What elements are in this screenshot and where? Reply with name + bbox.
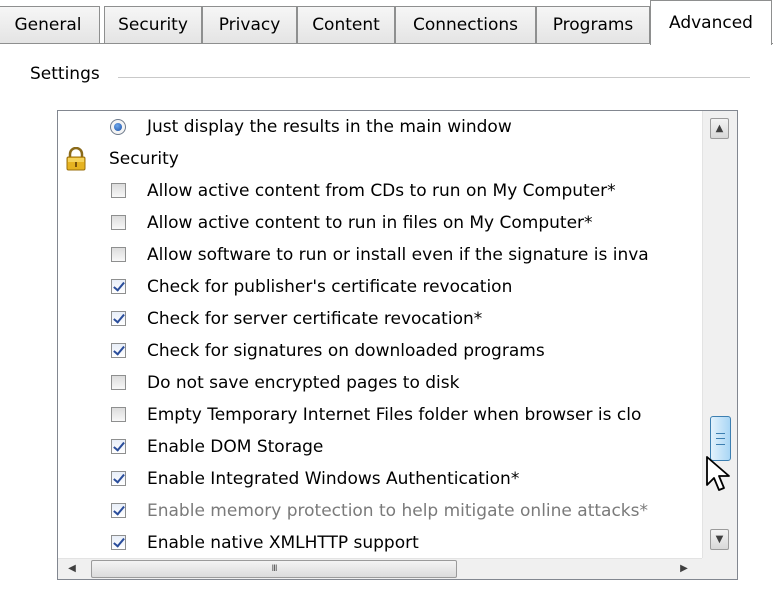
checkbox[interactable] — [111, 215, 126, 230]
tab-strip: General Security Privacy Content Connect… — [0, 0, 773, 45]
chevron-right-icon[interactable]: ▶ — [674, 559, 694, 579]
mouse-cursor-icon — [706, 456, 730, 491]
lock-icon — [66, 147, 86, 171]
settings-row-display-results[interactable]: Just display the results in the main win… — [58, 111, 698, 143]
radio-button[interactable] — [110, 119, 126, 135]
row-label: Check for server certificate revocation* — [147, 309, 483, 329]
category-label: Security — [109, 149, 179, 169]
settings-row-publisher-cert-revocation[interactable]: Check for publisher's certificate revoca… — [58, 271, 698, 303]
row-label: Allow active content from CDs to run on … — [147, 181, 616, 201]
settings-row-allow-software-invalid-signature[interactable]: Allow software to run or install even if… — [58, 239, 698, 271]
settings-row-native-xmlhttp[interactable]: Enable native XMLHTTP support — [58, 527, 698, 558]
row-label: Just display the results in the main win… — [147, 117, 512, 137]
chevron-down-icon[interactable]: ▼ — [710, 529, 729, 550]
row-label: Enable memory protection to help mitigat… — [147, 501, 648, 521]
settings-row-active-content-files[interactable]: Allow active content to run in files on … — [58, 207, 698, 239]
settings-group-rule — [118, 77, 750, 78]
checkbox[interactable] — [111, 503, 126, 518]
checkbox[interactable] — [111, 407, 126, 422]
tab-privacy[interactable]: Privacy — [202, 6, 297, 43]
horizontal-scrollbar[interactable]: ◀ III ▶ — [58, 558, 702, 579]
row-label: Check for publisher's certificate revoca… — [147, 277, 513, 297]
row-label: Do not save encrypted pages to disk — [147, 373, 460, 393]
settings-row-no-save-encrypted[interactable]: Do not save encrypted pages to disk — [58, 367, 698, 399]
checkbox[interactable] — [111, 375, 126, 390]
chevron-left-icon[interactable]: ◀ — [62, 559, 82, 579]
row-label: Allow active content to run in files on … — [147, 213, 593, 233]
row-label: Allow software to run or install even if… — [147, 245, 649, 265]
tab-programs[interactable]: Programs — [536, 6, 650, 43]
checkbox[interactable] — [111, 279, 126, 294]
settings-category-security: Security — [58, 143, 698, 175]
tab-advanced[interactable]: Advanced — [650, 0, 772, 45]
settings-listbox[interactable]: Just display the results in the main win… — [57, 110, 738, 580]
checkbox[interactable] — [111, 471, 126, 486]
settings-row-integrated-windows-auth[interactable]: Enable Integrated Windows Authentication… — [58, 463, 698, 495]
checkbox[interactable] — [111, 183, 126, 198]
scrollbar-corner — [702, 558, 737, 579]
checkbox[interactable] — [111, 311, 126, 326]
settings-row-signatures-downloaded[interactable]: Check for signatures on downloaded progr… — [58, 335, 698, 367]
settings-row-empty-temp-files[interactable]: Empty Temporary Internet Files folder wh… — [58, 399, 698, 431]
row-label: Check for signatures on downloaded progr… — [147, 341, 545, 361]
settings-row-server-cert-revocation[interactable]: Check for server certificate revocation* — [58, 303, 698, 335]
horizontal-scroll-thumb[interactable]: III — [91, 560, 457, 578]
settings-rows: Just display the results in the main win… — [58, 111, 702, 558]
settings-row-active-content-cds[interactable]: Allow active content from CDs to run on … — [58, 175, 698, 207]
tab-content[interactable]: Content — [297, 6, 395, 43]
row-label: Enable native XMLHTTP support — [147, 533, 419, 553]
settings-group-label: Settings — [30, 64, 106, 84]
checkbox[interactable] — [111, 535, 126, 550]
row-label: Enable DOM Storage — [147, 437, 324, 457]
settings-row-memory-protection[interactable]: Enable memory protection to help mitigat… — [58, 495, 698, 527]
chevron-up-icon[interactable]: ▲ — [710, 118, 729, 139]
grip-icon — [716, 433, 725, 445]
tab-security[interactable]: Security — [104, 6, 202, 43]
row-label: Empty Temporary Internet Files folder wh… — [147, 405, 642, 425]
settings-row-dom-storage[interactable]: Enable DOM Storage — [58, 431, 698, 463]
checkbox[interactable] — [111, 247, 126, 262]
tab-connections[interactable]: Connections — [395, 6, 536, 43]
row-label: Enable Integrated Windows Authentication… — [147, 469, 520, 489]
checkbox[interactable] — [111, 439, 126, 454]
checkbox[interactable] — [111, 343, 126, 358]
tab-general[interactable]: General — [0, 6, 100, 43]
